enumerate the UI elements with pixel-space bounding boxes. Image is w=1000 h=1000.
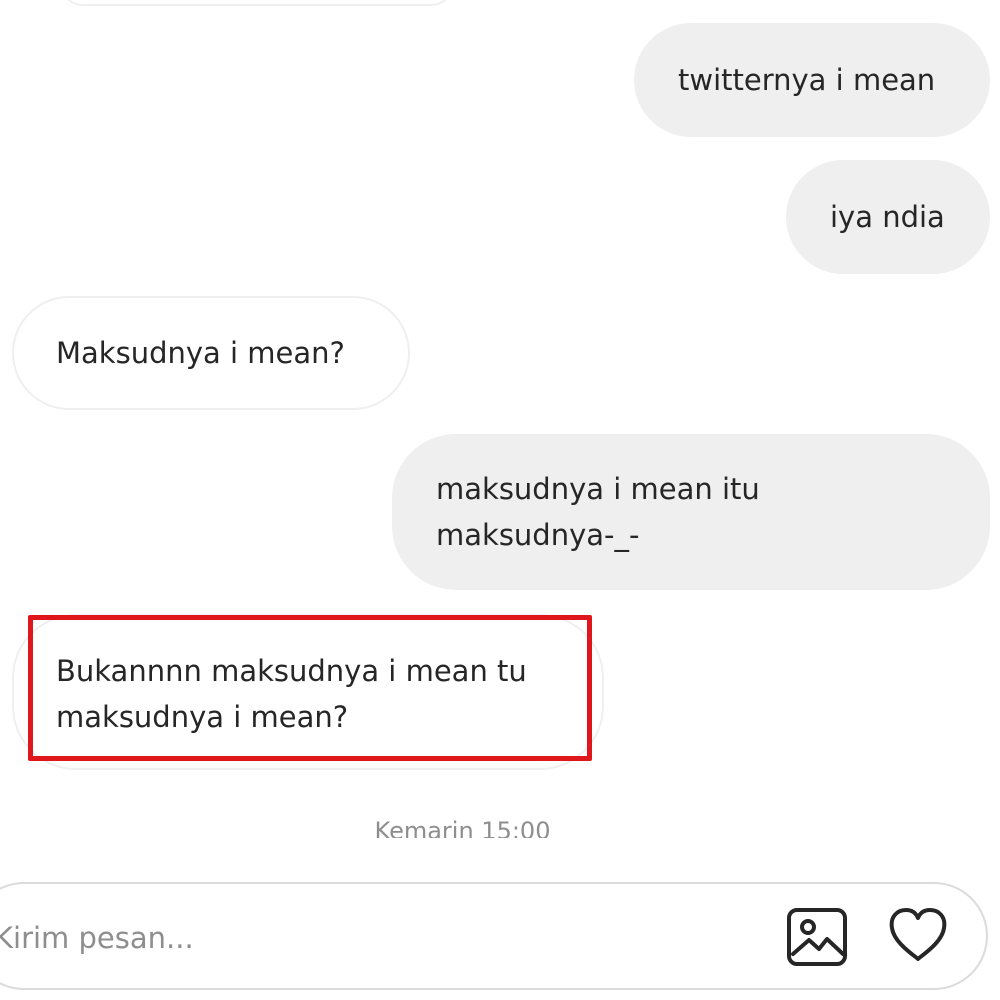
outgoing-message-bubble[interactable]: maksudnya i mean itu maksudnya-_-: [392, 434, 990, 590]
red-highlight-box: [28, 615, 592, 761]
like-button[interactable]: [884, 902, 952, 970]
image-icon: [787, 908, 847, 966]
message-timestamp: Kemarin 15:00: [374, 817, 551, 838]
timestamp-container: Kemarin 15:00: [0, 814, 925, 838]
message-input[interactable]: [0, 916, 694, 960]
chat-screen: twitternya i mean iya ndia Maksudnya i m…: [0, 0, 1000, 1000]
outgoing-message-bubble[interactable]: iya ndia: [786, 160, 990, 274]
previous-message-fragment: [60, 0, 454, 6]
outgoing-message-bubble[interactable]: twitternya i mean: [634, 23, 990, 137]
heart-icon: [889, 908, 947, 961]
image-button[interactable]: [783, 903, 851, 971]
incoming-message-bubble[interactable]: Maksudnya i mean?: [12, 296, 410, 410]
